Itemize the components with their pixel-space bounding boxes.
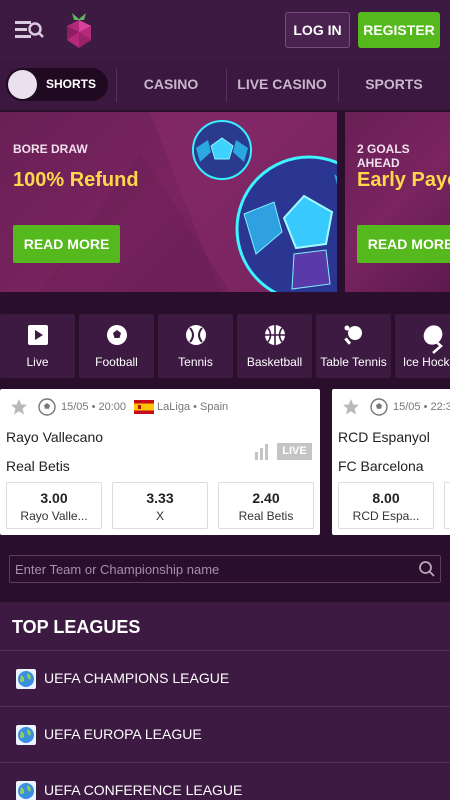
sport-label: Basketball [246,355,303,369]
league-item[interactable]: UEFA EUROPA LEAGUE [0,706,450,762]
star-icon[interactable] [10,398,28,416]
tennis-icon [185,325,206,345]
promo-banner[interactable]: BORE DRAW 100% Refund READ MORE [0,112,337,292]
sport-football[interactable]: Football [79,314,154,378]
shorts-label: SHORTS [46,77,97,91]
globe-icon [16,781,36,800]
football-icon [370,398,388,416]
match-datetime: 15/05 • 20:00 [61,401,127,413]
league-item[interactable]: UEFA CHAMPIONS LEAGUE [0,650,450,706]
away-team: FC Barcelona [338,458,424,474]
odds-name: Rayo Valle... [20,509,88,523]
banner-title: Early Payout [357,169,450,191]
odds-button[interactable]: 3.00 Rayo Valle... [6,482,102,529]
league-name: UEFA CHAMPIONS LEAGUE [44,670,230,686]
away-team: Real Betis [6,458,70,474]
league-item[interactable]: UEFA CONFERENCE LEAGUE [0,762,450,800]
match-meta: 15/05 • 22:30 [342,397,450,417]
read-more-button[interactable]: READ MORE [13,225,120,263]
banner-subtitle: BORE DRAW [13,142,88,156]
league-name: UEFA EUROPA LEAGUE [44,726,202,742]
banner-title: 100% Refund [13,169,139,191]
globe-icon [16,725,36,745]
sport-live[interactable]: Live [0,314,75,378]
odds-button[interactable]: 3.33 X [112,482,208,529]
odds-name: Real Betis [238,509,294,523]
nav-live-casino[interactable]: LIVE CASINO [226,76,338,92]
sport-label: Live [26,355,49,369]
odds-name: X [155,509,164,523]
spain-flag-icon [134,400,155,414]
odds-button[interactable]: 8.00 RCD Espa... [338,482,434,529]
odds-value: 3.33 [146,490,174,506]
odds-button[interactable] [444,482,450,529]
home-team: Rayo Vallecano [6,429,104,445]
live-play-icon [27,325,48,345]
odds-value: 2.40 [252,490,280,506]
match-meta: 15/05 • 20:00 LaLiga • Spain [10,397,228,417]
match-league: LaLiga • Spain [157,401,229,413]
shorts-toggle[interactable]: SHORTS [6,68,108,101]
match-card[interactable]: 15/05 • 20:00 LaLiga • Spain Rayo Vallec… [0,389,320,535]
globe-icon [16,669,36,689]
raspberry-logo[interactable] [62,10,96,50]
nav-sports[interactable]: SPORTS [338,76,450,92]
odds-button[interactable]: 2.40 Real Betis [218,482,314,529]
sport-basketball[interactable]: Basketball [237,314,312,378]
odds-value: 3.00 [40,490,68,506]
read-more-button[interactable]: READ MORE [357,225,450,263]
search-input[interactable] [10,556,410,582]
match-datetime: 15/05 • 22:30 [393,401,450,413]
sport-label: Football [95,355,138,369]
sport-tennis[interactable]: Tennis [158,314,233,378]
table-tennis-icon [343,325,362,345]
register-button[interactable]: REGISTER [358,12,440,48]
search-bar [9,555,441,583]
sport-label: Table Tennis [320,355,387,369]
menu-search-icon[interactable] [13,17,45,43]
sport-label: Ice Hockey [402,355,450,369]
odds-value: 8.00 [372,490,400,506]
top-leagues-section: TOP LEAGUES UEFA CHAMPIONS LEAGUE UEFA E… [0,602,450,800]
top-header: LOG IN REGISTER [0,0,450,60]
chevron-right-icon[interactable] [430,336,444,356]
nav-casino[interactable]: CASINO [116,76,226,92]
ball-large-icon [235,155,337,292]
sport-label: Tennis [178,355,213,369]
football-icon [38,398,56,416]
odds-name: RCD Espa... [352,509,420,523]
promo-banner[interactable]: 2 GOALS AHEAD Early Payout READ MORE [345,112,450,292]
sports-menu: Live Football Tennis Basketball Table Te… [0,314,450,378]
football-icon [106,325,127,345]
home-team: RCD Espanyol [338,429,430,445]
sport-table-tennis[interactable]: Table Tennis [316,314,391,378]
toggle-knob [8,70,37,99]
live-badge: LIVE [282,445,307,457]
star-icon[interactable] [342,398,360,416]
league-name: UEFA CONFERENCE LEAGUE [44,782,243,798]
section-heading: TOP LEAGUES [12,617,141,637]
match-card[interactable]: 15/05 • 22:30 RCD Espanyol FC Barcelona … [332,389,450,535]
basketball-icon [264,325,285,345]
login-button[interactable]: LOG IN [285,12,350,48]
search-icon[interactable] [418,560,436,578]
banner-subtitle: 2 GOALS AHEAD [357,142,410,170]
